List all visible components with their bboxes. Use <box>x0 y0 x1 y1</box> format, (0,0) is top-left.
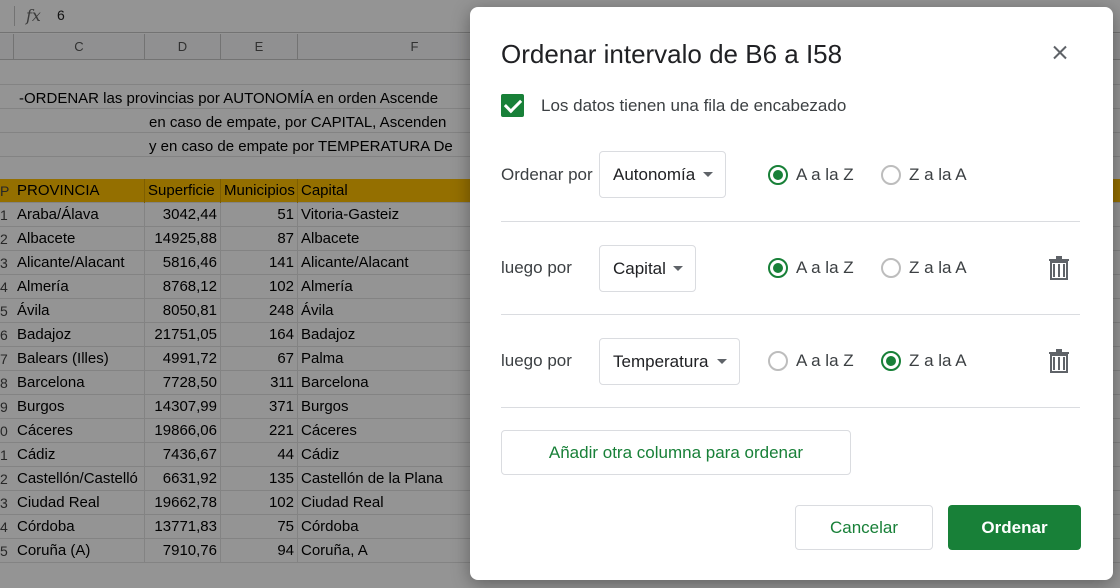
sort-desc-label: Z a la A <box>909 258 967 277</box>
sort-rule-label: Ordenar por <box>501 165 593 184</box>
sort-button[interactable]: Ordenar <box>948 505 1081 550</box>
sort-column-value: Capital <box>613 259 666 278</box>
sort-rule-label: luego por <box>501 351 572 370</box>
sort-column-dropdown[interactable]: Temperatura <box>599 338 740 385</box>
sort-rule-1: Ordenar por Autonomía A a la Z Z a la A <box>501 129 1080 222</box>
sort-desc-label: Z a la A <box>909 165 967 184</box>
sort-asc-radio[interactable] <box>768 165 788 185</box>
sort-desc-radio[interactable] <box>881 165 901 185</box>
sort-range-dialog: Ordenar intervalo de B6 a I58 Los datos … <box>470 7 1113 580</box>
add-sort-column-button[interactable]: Añadir otra columna para ordenar <box>501 430 851 475</box>
sort-rule-2: luego por Capital A a la Z Z a la A <box>501 222 1080 315</box>
close-icon[interactable] <box>1048 41 1072 65</box>
sort-asc-label: A a la Z <box>796 351 854 370</box>
header-row-checkbox[interactable] <box>501 94 524 117</box>
sort-column-value: Temperatura <box>613 352 709 371</box>
dropdown-arrow-icon <box>703 172 713 177</box>
delete-rule-icon[interactable] <box>1048 256 1070 280</box>
cancel-button[interactable]: Cancelar <box>795 505 933 550</box>
delete-rule-icon[interactable] <box>1048 349 1070 373</box>
dropdown-arrow-icon <box>717 359 727 364</box>
header-row-checkbox-label: Los datos tienen una fila de encabezado <box>541 96 847 115</box>
sort-rule-3: luego por Temperatura A a la Z Z a la A <box>501 315 1080 408</box>
sort-rule-label: luego por <box>501 258 572 277</box>
sort-desc-radio[interactable] <box>881 351 901 371</box>
sort-asc-radio[interactable] <box>768 258 788 278</box>
sort-desc-radio[interactable] <box>881 258 901 278</box>
dropdown-arrow-icon <box>673 266 683 271</box>
dialog-title: Ordenar intervalo de B6 a I58 <box>501 39 843 69</box>
sort-asc-radio[interactable] <box>768 351 788 371</box>
sort-column-dropdown[interactable]: Autonomía <box>599 151 726 198</box>
sort-asc-label: A a la Z <box>796 165 854 184</box>
sort-column-value: Autonomía <box>613 165 696 184</box>
sort-asc-label: A a la Z <box>796 258 854 277</box>
sort-desc-label: Z a la A <box>909 351 967 370</box>
sort-column-dropdown[interactable]: Capital <box>599 245 696 292</box>
